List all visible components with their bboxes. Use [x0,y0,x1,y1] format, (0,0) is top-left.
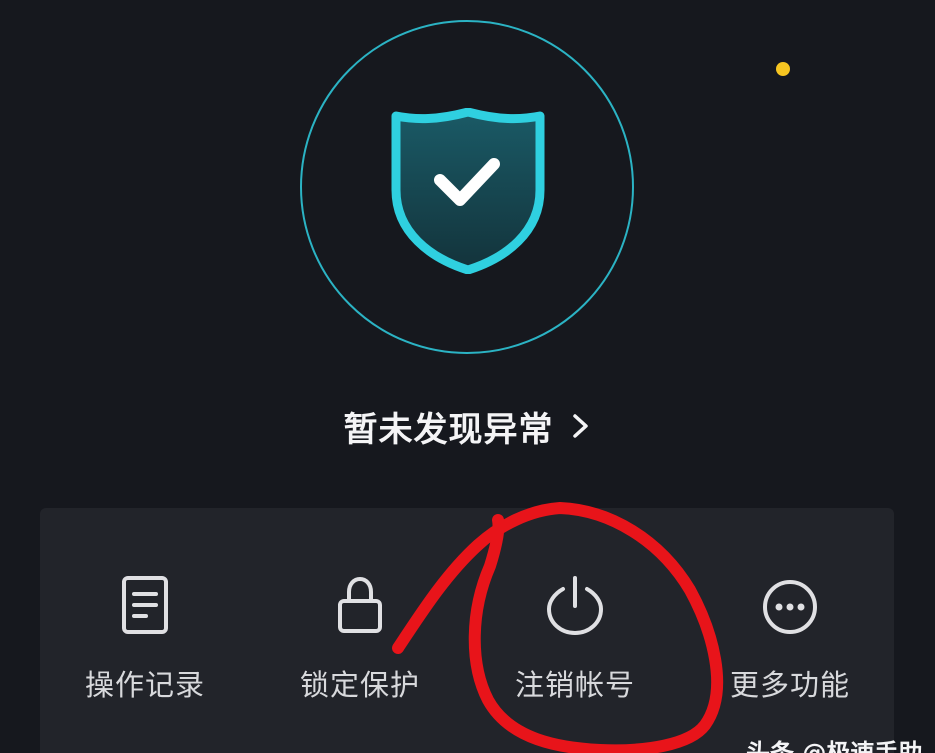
cancel-account-button[interactable]: 注销帐号 [475,570,675,710]
security-status-text: 暂未发现异常 [343,409,554,450]
lock-protection-label: 锁定保护 [299,668,420,702]
document-icon [122,576,168,634]
notification-badge [776,62,790,76]
screen: 暂未发现异常 操作记录 锁定保护 注销帐号 更多功能 头条 @极速手助 [0,0,935,753]
more-functions-button[interactable]: 更多功能 [690,570,890,710]
more-icon [763,580,817,634]
cancel-account-label: 注销帐号 [514,668,635,702]
operation-log-button[interactable]: 操作记录 [45,570,245,710]
action-panel: 操作记录 锁定保护 注销帐号 更多功能 [40,508,894,753]
operation-log-label: 操作记录 [84,668,205,702]
more-functions-label: 更多功能 [729,668,850,702]
security-status-link[interactable]: 暂未发现异常 [0,398,935,454]
lock-protection-button[interactable]: 锁定保护 [260,570,460,710]
power-icon [546,576,604,636]
lock-icon [338,576,382,633]
chevron-right-icon [572,414,588,438]
shield-check-icon [391,108,545,274]
watermark: 头条 @极速手助 [746,739,923,753]
